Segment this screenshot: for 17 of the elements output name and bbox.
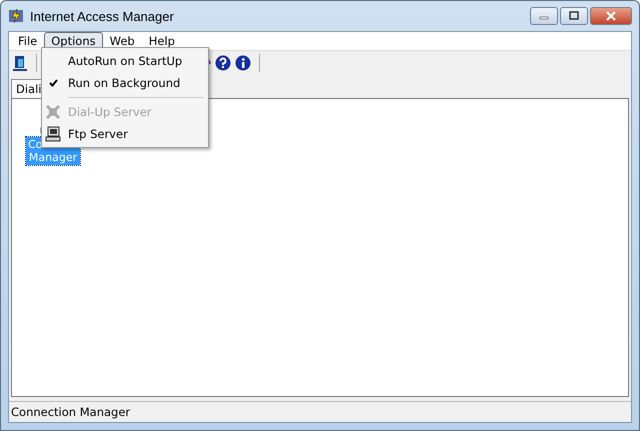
maximize-button[interactable]	[560, 7, 588, 25]
door-icon	[12, 54, 28, 72]
menu-option[interactable]: Ftp Server	[44, 123, 206, 145]
help-icon[interactable]	[215, 55, 231, 71]
menu-option[interactable]: Run on Background	[44, 72, 206, 94]
status-text: Connection Manager	[11, 405, 130, 419]
menu-option[interactable]: AutoRun on StartUp	[44, 50, 206, 72]
info-icon[interactable]	[235, 55, 251, 71]
close-button[interactable]	[590, 7, 632, 25]
lightning-icon	[8, 8, 24, 24]
window-title: Internet Access Manager	[30, 8, 174, 24]
minimize-button[interactable]	[530, 7, 558, 25]
close-icon	[605, 11, 617, 21]
menu-item[interactable]: Web	[102, 32, 142, 50]
maximize-icon	[568, 11, 580, 21]
menu-item[interactable]: Help	[142, 32, 182, 50]
menu-item[interactable]: File	[11, 32, 44, 50]
